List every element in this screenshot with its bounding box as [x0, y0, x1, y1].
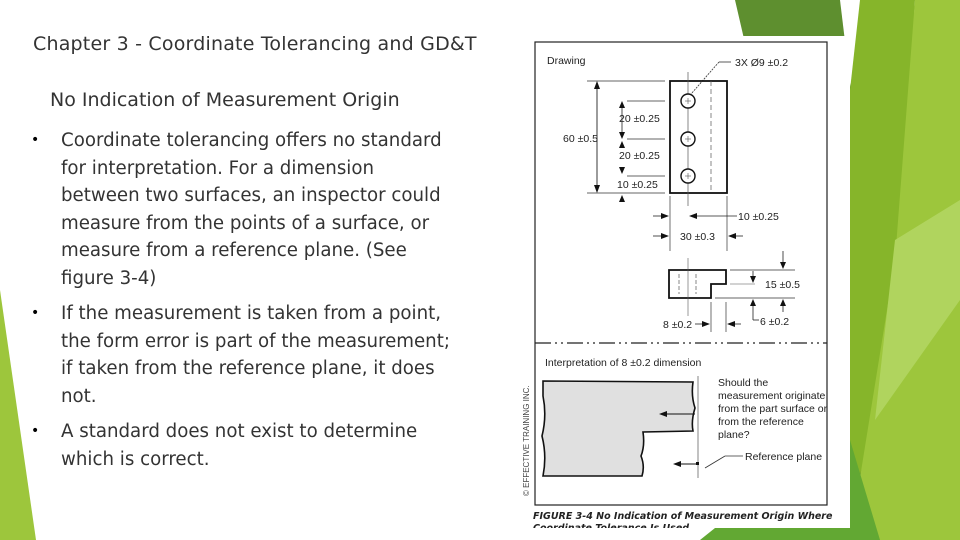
question-line: plane?: [718, 429, 750, 441]
reference-plane-label: Reference plane: [745, 451, 822, 463]
arrow-icon: [689, 213, 697, 219]
dim-30: 30 ±0.3: [680, 231, 715, 243]
bullet-item: • A standard does not exist to determine …: [28, 418, 458, 473]
hole-leader-diag: [690, 61, 720, 95]
arrow-icon: [673, 461, 681, 467]
part-side-view: [668, 269, 727, 299]
bullet-dot-icon: •: [31, 305, 40, 321]
arrow-icon: [727, 321, 735, 327]
question-line: from the reference: [718, 416, 804, 428]
arrow-icon: [780, 262, 786, 269]
figure-caption-line1: FIGURE 3-4 No Indication of Measurement …: [533, 511, 833, 522]
bullet-list: • Coordinate tolerancing offers no standa…: [28, 127, 458, 481]
bullet-dot-icon: •: [31, 132, 40, 148]
figure-caption-line2: Coordinate Tolerance Is Used: [533, 523, 689, 528]
dim-10-horizontal: 10 ±0.25: [738, 211, 779, 223]
arrow-icon: [619, 141, 625, 148]
arrow-icon: [728, 233, 736, 239]
arrow-icon: [702, 321, 710, 327]
figure-3-4: Drawing 3X Ø9 ±0.2 60 ±0.5 20 ±0.25 20 ±…: [515, 36, 850, 528]
bullet-text: A standard does not exist to determine w…: [61, 421, 418, 470]
bullet-dot-icon: •: [31, 423, 40, 439]
interpretation-part: [541, 380, 696, 477]
drawing-label: Drawing: [547, 55, 586, 67]
dim-8: 8 ±0.2: [663, 319, 692, 331]
arrow-icon: [750, 299, 756, 306]
extension-lines: [587, 80, 665, 194]
arrow-icon: [780, 299, 786, 306]
reference-leader: [704, 455, 726, 469]
dim-20b: 20 ±0.25: [619, 150, 660, 162]
question-line: Should the: [718, 377, 768, 389]
arrow-icon: [619, 167, 625, 174]
copyright-text: © EFFECTIVE TRAINING INC.: [522, 385, 531, 496]
interpretation-label: Interpretation of 8 ±0.2 dimension: [545, 357, 702, 369]
bullet-item: • If the measurement is taken from a poin…: [28, 300, 458, 410]
bullet-text: Coordinate tolerancing offers no standar…: [61, 130, 442, 289]
arrow-icon: [661, 213, 669, 219]
arrow-icon: [619, 132, 625, 139]
arrow-icon: [661, 233, 669, 239]
arrow-icon: [594, 81, 600, 89]
dim-10-vertical: 10 ±0.25: [617, 179, 658, 191]
dim-6: 6 ±0.2: [760, 316, 789, 328]
dim-20a: 20 ±0.25: [619, 113, 660, 125]
question-line: measurement originate: [718, 390, 826, 402]
point-marker: [696, 462, 699, 465]
bullet-text: If the measurement is taken from a point…: [61, 303, 450, 407]
question-line: from the part surface or: [718, 403, 828, 415]
slide-subtitle: No Indication of Measurement Origin: [50, 89, 400, 111]
arrow-icon: [619, 101, 625, 108]
part-front-view: [669, 80, 728, 194]
hole-callout: 3X Ø9 ±0.2: [735, 57, 788, 69]
arrow-icon: [750, 276, 756, 283]
bullet-item: • Coordinate tolerancing offers no standa…: [28, 127, 458, 292]
dim-60: 60 ±0.5: [563, 133, 598, 145]
arrow-icon: [619, 195, 625, 202]
slide-title: Chapter 3 - Coordinate Tolerancing and G…: [33, 33, 477, 55]
dim-15: 15 ±0.5: [765, 279, 800, 291]
technical-drawing: Drawing 3X Ø9 ±0.2 60 ±0.5 20 ±0.25 20 ±…: [522, 41, 833, 528]
arrow-icon: [594, 185, 600, 193]
